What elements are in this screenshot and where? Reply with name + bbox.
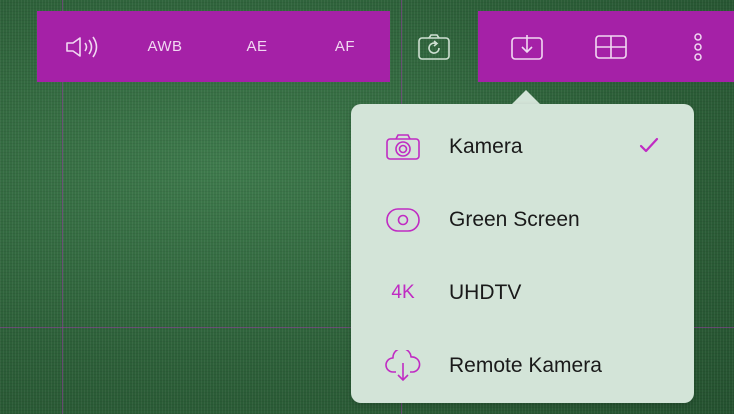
menu-item-uhdtv[interactable]: 4K UHDTV <box>351 256 694 330</box>
popover-arrow <box>512 90 540 104</box>
switch-camera-button[interactable] <box>402 11 466 82</box>
grid-icon <box>595 34 627 59</box>
af-label: AF <box>334 38 356 55</box>
cloud-download-icon <box>381 346 425 386</box>
ae-button[interactable]: AE <box>227 11 287 82</box>
grid-button[interactable] <box>582 11 640 82</box>
speaker-icon <box>66 36 98 57</box>
more-options-button[interactable] <box>673 11 723 82</box>
awb-label: AWB <box>147 38 183 55</box>
camera-rotate-icon <box>418 33 450 60</box>
download-icon <box>511 34 543 60</box>
green-screen-icon <box>381 200 425 240</box>
menu-item-label: Green Screen <box>449 208 580 231</box>
import-button[interactable] <box>492 11 562 82</box>
audio-button[interactable] <box>47 11 117 82</box>
menu-item-label: UHDTV <box>449 281 522 304</box>
menu-item-kamera[interactable]: Kamera <box>351 110 694 184</box>
awb-button[interactable]: AWB <box>135 11 195 82</box>
menu-item-label: Kamera <box>449 135 523 158</box>
checkmark-icon <box>639 137 659 158</box>
4k-icon: 4K <box>391 282 415 303</box>
camera-mode-popover: Kamera Green Screen 4K UHDTV Remote Kame… <box>351 104 694 403</box>
menu-item-green-screen[interactable]: Green Screen <box>351 183 694 257</box>
af-button[interactable]: AF <box>315 11 375 82</box>
menu-item-label: Remote Kamera <box>449 354 602 377</box>
camera-toolbar: AWB AE AF <box>37 11 734 82</box>
ae-label: AE <box>246 38 268 55</box>
more-vertical-icon <box>694 32 702 61</box>
menu-item-remote-kamera[interactable]: Remote Kamera <box>351 329 694 403</box>
camera-icon <box>381 127 425 167</box>
